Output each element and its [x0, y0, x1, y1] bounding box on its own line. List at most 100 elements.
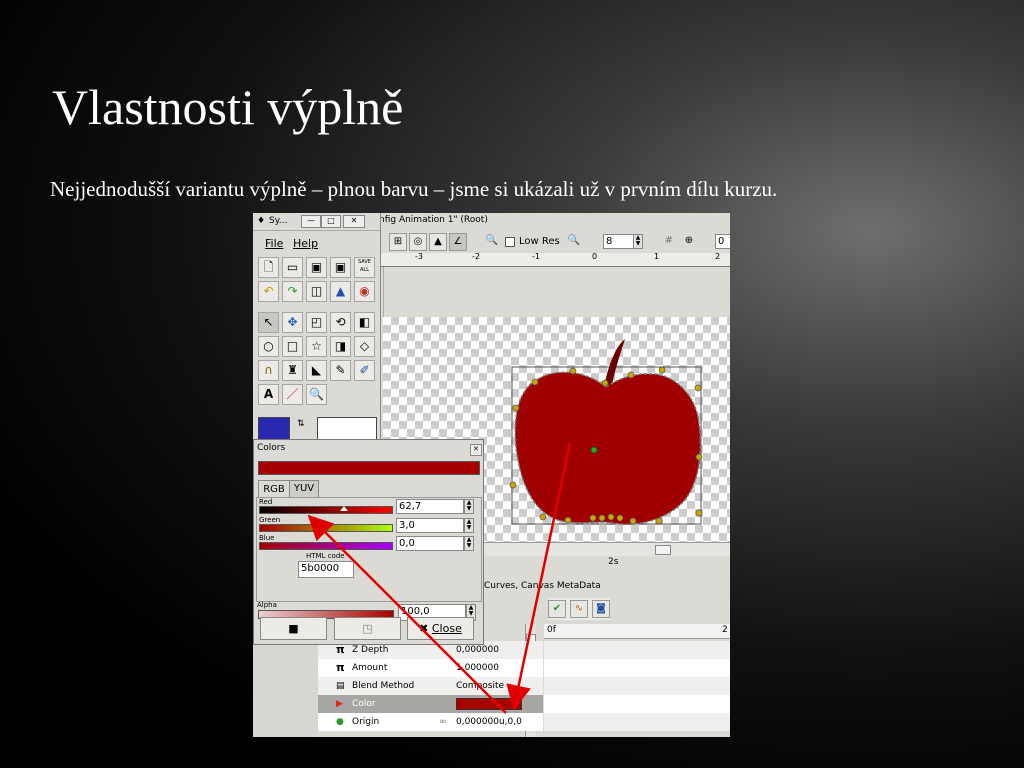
- low-res-checkbox[interactable]: [505, 237, 515, 247]
- origin-handle[interactable]: [590, 446, 598, 454]
- fill-color-button[interactable]: ◳: [334, 617, 401, 640]
- pen-icon[interactable]: ∠: [449, 233, 467, 251]
- blue-slider[interactable]: [259, 542, 393, 550]
- save-icon[interactable]: ▣: [306, 257, 327, 278]
- param-row-amount[interactable]: π Amount 1,000000: [318, 659, 543, 677]
- param-value[interactable]: 1,000000: [456, 659, 499, 677]
- maximize-button[interactable]: □: [321, 215, 341, 228]
- colors-title: Colors: [257, 443, 286, 453]
- params-tab-title: Curves, Canvas MetaData: [484, 581, 601, 591]
- help-icon[interactable]: ◉: [354, 281, 375, 302]
- blue-spin[interactable]: ▲ ▼: [464, 536, 474, 551]
- red-value[interactable]: 62,7: [396, 499, 464, 514]
- star-tool-icon[interactable]: ☆: [306, 336, 327, 357]
- rectangle-tool-icon[interactable]: □: [282, 336, 303, 357]
- param-row-color[interactable]: ▶ Color: [318, 695, 543, 713]
- menu-file[interactable]: File: [265, 237, 283, 250]
- polygon-tool-icon[interactable]: ◇: [354, 336, 375, 357]
- blend-icon: ▤: [336, 681, 345, 691]
- width-tool-icon[interactable]: ✎: [330, 360, 351, 381]
- low-res-label: Low Res: [519, 236, 560, 247]
- scroll-thumb[interactable]: [655, 545, 671, 555]
- green-value[interactable]: 3,0: [396, 518, 464, 533]
- render-icon[interactable]: ◎: [409, 233, 427, 251]
- circle-tool-icon[interactable]: ○: [258, 336, 279, 357]
- param-row-origin[interactable]: ● Origin ∞ 0,000000u,0,0: [318, 713, 543, 731]
- onion-icon[interactable]: ⊞: [389, 233, 407, 251]
- toolbox-title: Sy...: [269, 216, 288, 226]
- zoom-tool-icon[interactable]: 🔍: [306, 384, 327, 405]
- html-code-field[interactable]: 5b0000: [298, 561, 354, 578]
- grid-icon[interactable]: #: [660, 233, 678, 251]
- tab-yuv[interactable]: YUV: [289, 480, 319, 498]
- render-icon[interactable]: ▲: [330, 281, 351, 302]
- metadata-icon[interactable]: ◙: [592, 600, 610, 618]
- open-file-icon[interactable]: ▭: [282, 257, 303, 278]
- time-label: 2s: [608, 557, 619, 567]
- redo-icon[interactable]: ↷: [282, 281, 303, 302]
- curves-icon[interactable]: ∿: [570, 600, 588, 618]
- ruler-label: -2: [472, 252, 480, 261]
- red-spin[interactable]: ▲ ▼: [464, 499, 474, 514]
- scale-tool-icon[interactable]: ◰: [306, 312, 327, 333]
- colors-dialog: Colors ✕ RGB YUV Red 62,7 ▲ ▼ Green 3,0 ▲…: [253, 439, 484, 645]
- transform-tool-icon[interactable]: ↖: [258, 312, 279, 333]
- timeline-row: [544, 695, 730, 713]
- save-as-icon[interactable]: ▣: [330, 257, 351, 278]
- color-icon: ▶: [336, 699, 343, 709]
- close-button[interactable]: ✖ Close: [407, 617, 474, 640]
- draw-tool-icon[interactable]: ✐: [354, 360, 375, 381]
- timeline-row: [544, 677, 730, 695]
- zoom-icon[interactable]: 🔍: [565, 233, 583, 251]
- synfig-icon: ♦: [257, 216, 266, 226]
- new-file-icon[interactable]: 🗋: [258, 257, 279, 278]
- red-slider-marker[interactable]: [340, 506, 348, 511]
- tab-rgb[interactable]: RGB: [258, 480, 290, 498]
- colors-close-icon[interactable]: ✕: [470, 444, 482, 456]
- quality-field[interactable]: 8: [603, 234, 635, 249]
- minimize-button[interactable]: —: [301, 215, 321, 228]
- sketch-tool-icon[interactable]: ／: [282, 384, 303, 405]
- mirror-tool-icon[interactable]: ◧: [354, 312, 375, 333]
- smooth-move-icon[interactable]: ✥: [282, 312, 303, 333]
- current-color-preview: [258, 461, 480, 475]
- check-icon[interactable]: ✔: [548, 600, 566, 618]
- synfig-screenshot: nfig Animation 1" (Root) ⊞ ◎ ▲ ∠ 🔍 Low R…: [253, 213, 730, 737]
- origin-icon: ●: [336, 717, 344, 727]
- red-slider[interactable]: [259, 506, 393, 514]
- blue-value[interactable]: 0,0: [396, 536, 464, 551]
- cutout-tool-icon[interactable]: ◣: [306, 360, 327, 381]
- html-code-label: HTML code: [306, 552, 345, 560]
- outline-color-button[interactable]: ■: [260, 617, 327, 640]
- snap-icon[interactable]: ⊕: [680, 233, 698, 251]
- setup-icon[interactable]: ◫: [306, 281, 327, 302]
- undo-icon[interactable]: ↶: [258, 281, 279, 302]
- rotate-tool-icon[interactable]: ⟲: [330, 312, 351, 333]
- fill-tool-icon[interactable]: ♜: [282, 360, 303, 381]
- close-window-button[interactable]: ✕: [343, 215, 365, 228]
- color-value-swatch[interactable]: [456, 698, 522, 710]
- apple-shape[interactable]: [514, 371, 702, 526]
- menu-help[interactable]: Help: [293, 237, 318, 250]
- green-spin[interactable]: ▲ ▼: [464, 518, 474, 533]
- swap-colors-icon[interactable]: ⇅: [297, 419, 305, 429]
- spline-tool-icon[interactable]: ∩: [258, 360, 279, 381]
- green-slider[interactable]: [259, 524, 393, 532]
- timeline-row: [544, 659, 730, 677]
- frame-field[interactable]: 0: [715, 234, 730, 249]
- param-value[interactable]: 0,000000u,0,0: [456, 713, 522, 731]
- param-row-blend-method[interactable]: ▤ Blend Method Composite: [318, 677, 543, 695]
- green-label: Green: [259, 516, 281, 524]
- canvas-toolbar: ⊞ ◎ ▲ ∠ 🔍 Low Res 🔍 8 ▲ ▼ # ⊕ 0: [375, 231, 730, 254]
- canvas-margin: [383, 267, 730, 317]
- quality-spin[interactable]: ▲ ▼: [633, 234, 643, 249]
- red-label: Red: [259, 498, 273, 506]
- param-value[interactable]: Composite: [456, 677, 504, 695]
- save-all-button[interactable]: SAVE ALL: [354, 257, 375, 278]
- gradient-tool-icon[interactable]: ◨: [330, 336, 351, 357]
- zoom-out-icon[interactable]: 🔍: [483, 233, 501, 251]
- link-icon[interactable]: ∞: [439, 713, 447, 731]
- ruler-label: 0: [592, 252, 598, 261]
- draw-icon[interactable]: ▲: [429, 233, 447, 251]
- text-tool-icon[interactable]: A: [258, 384, 279, 405]
